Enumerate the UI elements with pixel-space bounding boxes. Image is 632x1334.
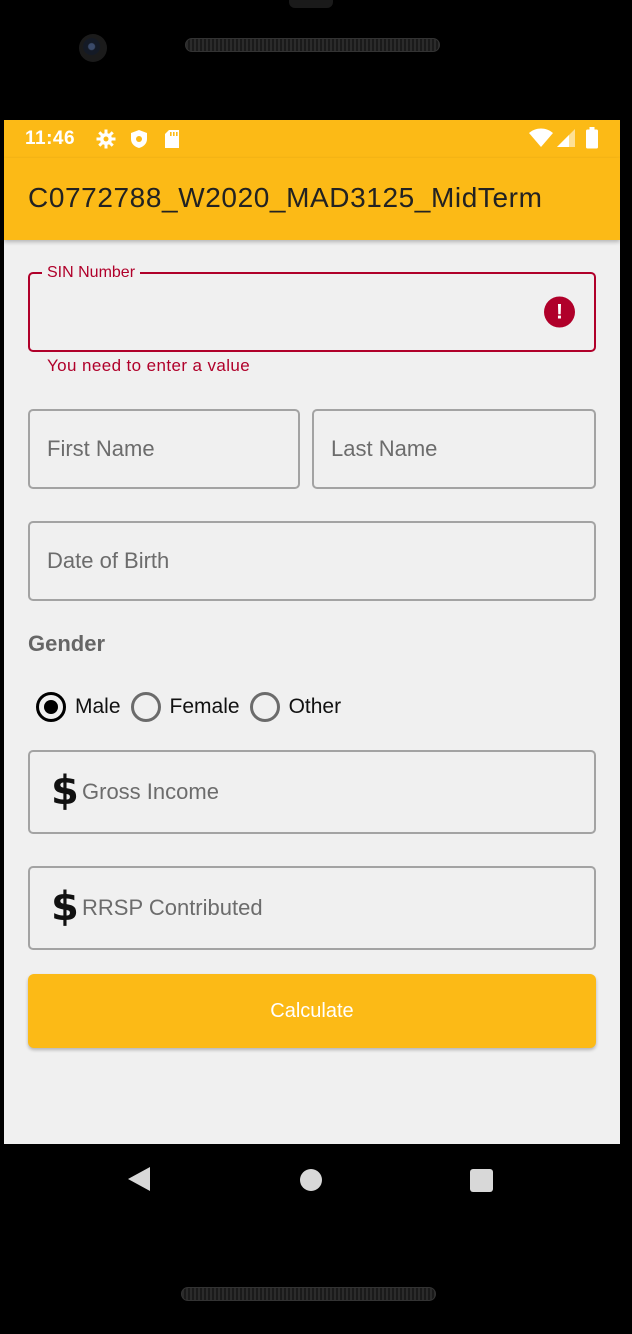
date-of-birth-placeholder: Date of Birth bbox=[47, 548, 170, 573]
shield-icon bbox=[131, 130, 147, 148]
cell-signal-icon bbox=[557, 129, 575, 147]
radio-checked-icon[interactable] bbox=[36, 692, 66, 722]
battery-icon bbox=[586, 127, 598, 149]
app-screen: 11:46 C0772788_W2020_MAD3125_MidTerm SIN… bbox=[4, 120, 620, 1144]
rrsp-contributed-placeholder: RRSP Contributed bbox=[82, 895, 263, 920]
app-bar: C0772788_W2020_MAD3125_MidTerm bbox=[4, 158, 620, 240]
gender-option-label: Male bbox=[75, 695, 121, 718]
nav-back-icon[interactable] bbox=[128, 1167, 150, 1191]
radio-unchecked-icon[interactable] bbox=[130, 692, 161, 722]
earpiece-speaker bbox=[185, 38, 440, 52]
dollar-icon: $ bbox=[51, 884, 79, 931]
dollar-icon: $ bbox=[51, 768, 79, 815]
status-bar: 11:46 bbox=[4, 120, 620, 158]
nav-recents-icon[interactable] bbox=[470, 1169, 493, 1192]
gross-income-placeholder: Gross Income bbox=[82, 779, 219, 804]
last-name-placeholder: Last Name bbox=[331, 436, 438, 461]
date-of-birth-field[interactable]: Date of Birth bbox=[28, 521, 596, 601]
gender-label: Gender bbox=[28, 631, 106, 656]
error-alert-icon: ! bbox=[544, 296, 575, 328]
nav-home-icon[interactable] bbox=[300, 1169, 322, 1191]
app-title: C0772788_W2020_MAD3125_MidTerm bbox=[28, 182, 543, 213]
rrsp-contributed-field[interactable]: $ RRSP Contributed bbox=[28, 866, 596, 950]
sin-number-label: SIN Number bbox=[42, 264, 141, 282]
calculate-button[interactable]: Calculate bbox=[28, 974, 596, 1048]
first-name-field[interactable]: First Name bbox=[28, 409, 300, 489]
gender-option-label: Female bbox=[169, 695, 240, 718]
phone-bezel: 11:46 C0772788_W2020_MAD3125_MidTerm SIN… bbox=[0, 0, 632, 1334]
sin-number-field[interactable]: SIN Number ! bbox=[28, 264, 596, 352]
sin-error-message: You need to enter a value bbox=[47, 356, 251, 375]
front-camera bbox=[79, 34, 107, 62]
gender-option-female[interactable]: Female bbox=[130, 692, 240, 722]
last-name-field[interactable]: Last Name bbox=[312, 409, 596, 489]
wifi-icon bbox=[529, 128, 553, 147]
status-time: 11:46 bbox=[25, 128, 76, 149]
gender-radio-group: Male Female Other bbox=[36, 690, 351, 724]
radio-unchecked-icon[interactable] bbox=[249, 692, 280, 722]
sd-card-icon bbox=[165, 130, 179, 148]
phone-top-button bbox=[289, 0, 333, 8]
bottom-speaker bbox=[181, 1287, 436, 1301]
gross-income-field[interactable]: $ Gross Income bbox=[28, 750, 596, 834]
gender-option-male[interactable]: Male bbox=[36, 692, 121, 722]
first-name-placeholder: First Name bbox=[47, 436, 155, 461]
gender-option-label: Other bbox=[288, 695, 342, 718]
settings-gear-icon bbox=[96, 129, 116, 149]
gender-option-other[interactable]: Other bbox=[249, 692, 342, 722]
